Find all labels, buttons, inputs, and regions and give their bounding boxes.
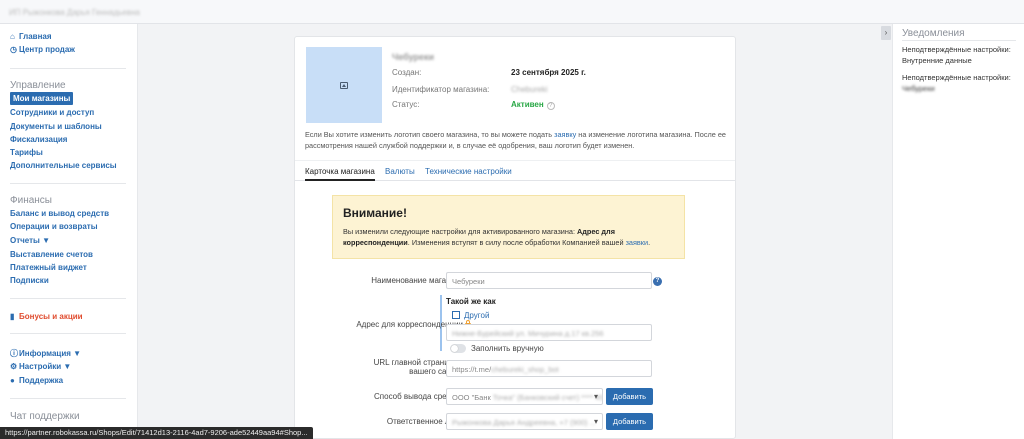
home-icon: ⌂ xyxy=(10,32,15,41)
created-value: 23 сентября 2025 г. xyxy=(511,68,586,77)
sidebar-item-support[interactable]: ● Поддержка xyxy=(10,376,63,385)
divider xyxy=(10,333,126,334)
sidebar-item-staff[interactable]: Сотрудники и доступ xyxy=(10,108,94,117)
divider xyxy=(10,183,126,184)
sidebar-item-operations[interactable]: Операции и возвраты xyxy=(10,222,98,231)
shop-name-input[interactable]: Чебуреки xyxy=(446,272,652,289)
address-label: Адрес для корреспонденции xyxy=(356,320,463,329)
sidebar-item-info[interactable]: ⓘИнформация ▼ xyxy=(10,348,81,359)
created-label: Создан: xyxy=(392,68,422,77)
request-link[interactable]: заявки xyxy=(626,238,649,247)
gear-icon: ⚙ xyxy=(10,362,18,371)
section-title-finance: Финансы xyxy=(10,195,52,206)
divider xyxy=(10,398,126,399)
notifications-title: Уведомления xyxy=(902,28,965,39)
fill-manually-toggle[interactable] xyxy=(450,344,466,353)
section-title-chat[interactable]: Чат поддержки xyxy=(10,411,80,422)
edit-icon xyxy=(452,311,460,319)
fill-manually-label: Заполнить вручную xyxy=(471,344,544,353)
sidebar-item-home[interactable]: ⌂ Главная xyxy=(10,32,52,41)
sidebar: ⌂ Главная ◷ Центр продаж Управление Мои ма… xyxy=(0,24,138,439)
other-address-option[interactable]: Другой xyxy=(452,311,489,320)
responsible-person-label: Ответственное лицо xyxy=(386,417,463,426)
user-name[interactable]: ИП Рыжонкова Дарья Геннадьевна xyxy=(9,8,140,17)
tab-currencies[interactable]: Валюты xyxy=(385,167,415,176)
collapse-panel-button[interactable]: › xyxy=(881,26,891,40)
divider xyxy=(10,298,126,299)
notification-link[interactable]: Чебуреки xyxy=(902,84,935,93)
add-person-button[interactable]: Добавить xyxy=(606,413,653,430)
sidebar-item-sales-center[interactable]: ◷ Центр продаж xyxy=(10,45,75,54)
status-value: Активен? xyxy=(511,100,555,110)
tabs: Карточка магазина Валюты Технические нас… xyxy=(295,160,735,181)
logo-change-notice: Если Вы хотите изменить логотип своего м… xyxy=(305,130,726,150)
bookmark-icon: ▮ xyxy=(10,312,15,321)
responsible-person-select[interactable]: Рыжонкова Дарья Андреевна, +7 (900) ... xyxy=(446,413,603,430)
sidebar-item-balance[interactable]: Баланс и вывод средств xyxy=(10,209,109,218)
chat-bubble-icon: ● xyxy=(10,376,15,385)
notification-link[interactable]: Внутренние данные xyxy=(902,56,972,65)
warning-text: Вы изменили следующие настройки для акти… xyxy=(343,227,651,247)
help-icon[interactable]: ? xyxy=(546,102,555,110)
sidebar-item-tariffs[interactable]: Тарифы xyxy=(10,148,43,157)
section-title-manage: Управление xyxy=(10,80,66,91)
same-as-label[interactable]: Такой же как xyxy=(446,297,496,306)
sidebar-item-my-shops[interactable]: Мои магазины xyxy=(10,92,74,105)
sidebar-item-fiscal[interactable]: Фискализация xyxy=(10,135,67,144)
payout-method-label: Способ вывода средств xyxy=(374,392,463,401)
tab-technical-settings[interactable]: Технические настройки xyxy=(425,167,512,176)
sidebar-item-extra-services[interactable]: Дополнительные сервисы xyxy=(10,161,117,170)
sidebar-item-reports[interactable]: Отчеты ▼ xyxy=(10,236,50,245)
notification-text: Неподтверждённые настройки: xyxy=(902,45,1011,54)
help-icon[interactable]: ? xyxy=(653,277,662,286)
shop-name-label: Наименование магазина xyxy=(371,276,463,285)
notifications-panel: Уведомления Неподтверждённые настройки: … xyxy=(892,24,1024,439)
notification-text: Неподтверждённые настройки: xyxy=(902,73,1011,82)
sidebar-item-subscriptions[interactable]: Подписки xyxy=(10,276,49,285)
browser-status-bar: https://partner.robokassa.ru/Shops/Edit/… xyxy=(0,427,313,439)
info-icon: ⓘ xyxy=(10,349,18,358)
warning-title: Внимание! xyxy=(343,206,407,220)
tab-shop-card[interactable]: Карточка магазина xyxy=(305,167,375,181)
divider xyxy=(10,68,126,69)
logo-request-link[interactable]: заявку xyxy=(554,130,576,139)
clock-icon: ◷ xyxy=(10,45,17,54)
sidebar-item-invoices[interactable]: Выставление счетов xyxy=(10,250,93,259)
top-bar: ИП Рыжонкова Дарья Геннадьевна xyxy=(0,0,1024,24)
site-url-input[interactable]: https://t.me/chebureki_shop_bot xyxy=(446,360,652,377)
sidebar-item-settings[interactable]: ⚙ Настройки ▼ xyxy=(10,362,71,371)
shop-logo[interactable] xyxy=(306,47,382,123)
sidebar-item-widget[interactable]: Платежный виджет xyxy=(10,263,87,272)
divider xyxy=(902,40,1016,41)
sidebar-item-docs[interactable]: Документы и шаблоны xyxy=(10,122,102,131)
payout-method-select[interactable]: ООО "Банк Точка" (Банковский счет) **** … xyxy=(446,388,603,405)
address-input[interactable]: Нижне-Бурейский ул. Мичурина д.17 кв.256 xyxy=(446,324,652,341)
url-label: URL главной страницы вашего сайта xyxy=(373,358,459,376)
add-payout-button[interactable]: Добавить xyxy=(606,388,653,405)
image-icon xyxy=(340,81,348,89)
status-label: Статус: xyxy=(392,100,420,109)
shop-card: Чебуреки Создан: 23 сентября 2025 г. Иде… xyxy=(294,36,736,439)
warning-box: Внимание! Вы изменили следующие настройк… xyxy=(332,195,685,259)
shop-id-value: Chebureki xyxy=(511,85,548,94)
chevron-right-icon: › xyxy=(884,28,888,37)
shop-name: Чебуреки xyxy=(392,52,435,62)
shop-id-label: Идентификатор магазина: xyxy=(392,85,490,94)
sidebar-item-bonuses[interactable]: ▮ Бонусы и акции xyxy=(10,312,83,321)
